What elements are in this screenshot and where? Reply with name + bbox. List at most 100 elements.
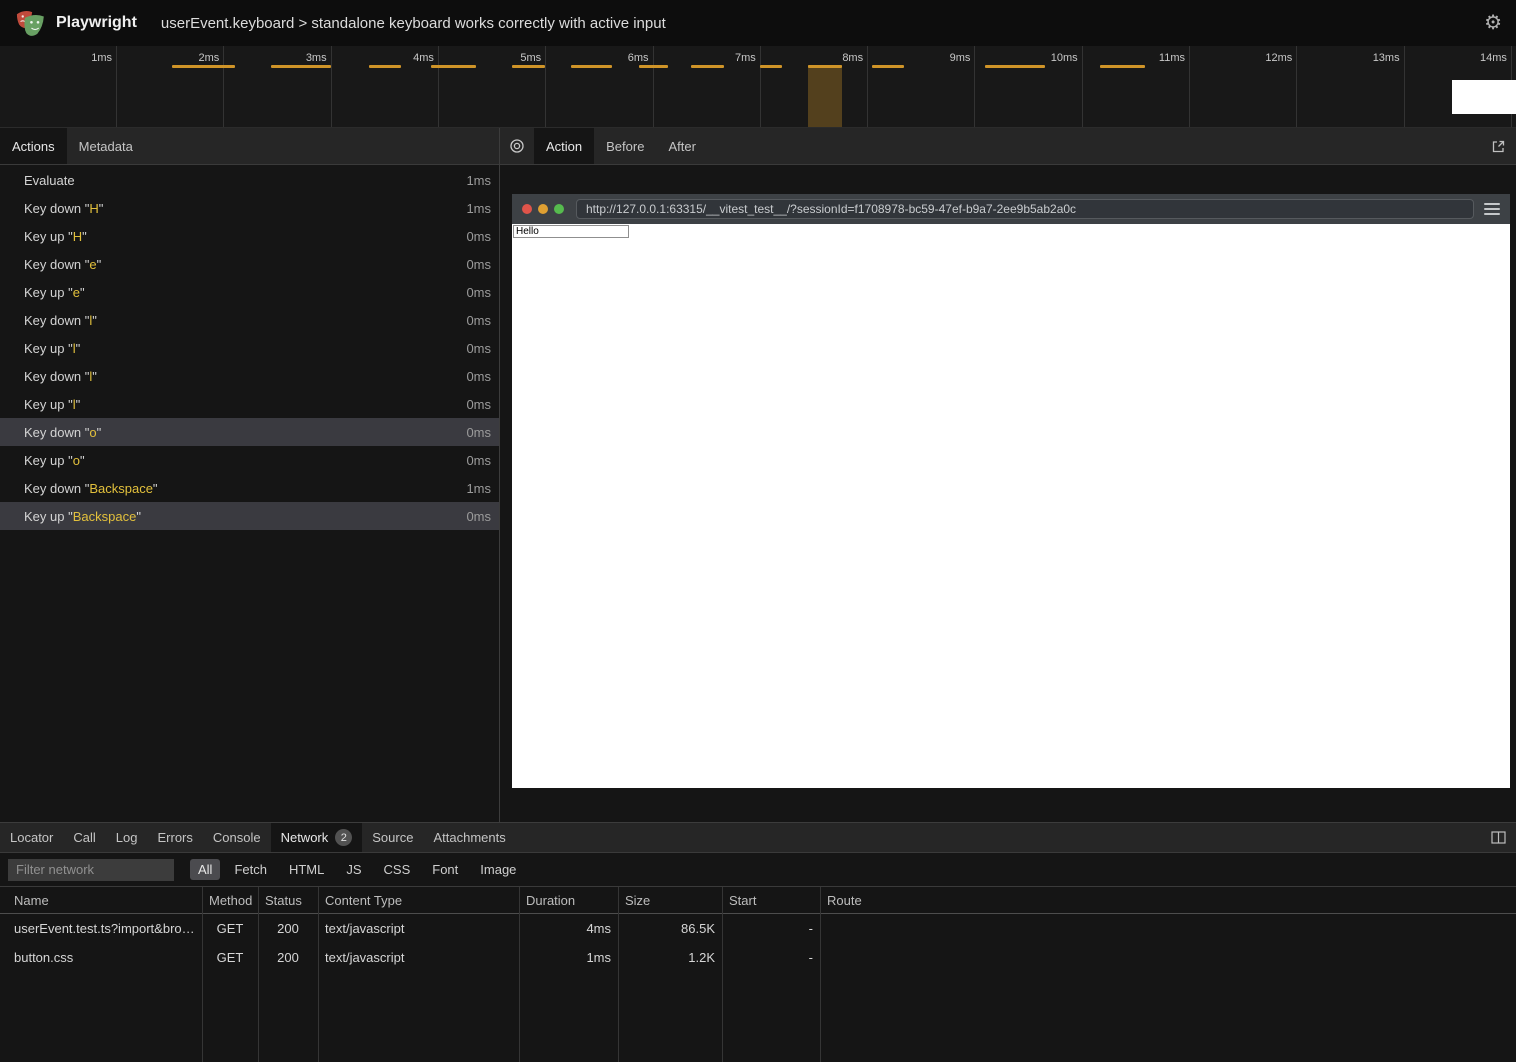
action-row[interactable]: Key down "e"0ms <box>0 250 499 278</box>
tab-label: Attachments <box>433 830 505 845</box>
quote-mark: " <box>81 313 89 328</box>
tab-action[interactable]: Action <box>534 128 594 164</box>
timeline-action-bar <box>369 65 401 68</box>
timeline-gridline <box>1296 46 1297 127</box>
column-header[interactable]: Route <box>820 893 1516 908</box>
timeline-action-bar <box>431 65 476 68</box>
url-text: http://127.0.0.1:63315/__vitest_test__/?… <box>586 202 1076 216</box>
filter-chip-fetch[interactable]: Fetch <box>226 859 275 880</box>
column-header[interactable]: Status <box>258 893 318 908</box>
filter-chip-font[interactable]: Font <box>424 859 466 880</box>
tab-attachments[interactable]: Attachments <box>423 823 515 852</box>
column-header[interactable]: Size <box>618 893 722 908</box>
quote-mark: " <box>64 341 72 356</box>
gear-icon[interactable]: ⚙ <box>1484 13 1502 33</box>
timeline-strip[interactable]: 1ms2ms3ms4ms5ms6ms7ms8ms9ms10ms11ms12ms1… <box>0 46 1516 128</box>
action-row[interactable]: Key up "H"0ms <box>0 222 499 250</box>
tab-call[interactable]: Call <box>63 823 105 852</box>
pick-locator-button[interactable] <box>500 128 534 164</box>
quote-mark: " <box>81 257 89 272</box>
action-row[interactable]: Key down "Backspace"1ms <box>0 474 499 502</box>
timeline-action-bar <box>872 65 904 68</box>
timeline-action-bar <box>172 65 235 68</box>
table-cell: 1ms <box>519 950 618 965</box>
filter-chip-css[interactable]: CSS <box>376 859 419 880</box>
table-cell: 86.5K <box>618 921 722 936</box>
timeline-gridline <box>760 46 761 127</box>
timeline-action-bar <box>271 65 331 68</box>
column-separator <box>318 887 319 1062</box>
action-row[interactable]: Key down "o"0ms <box>0 418 499 446</box>
filter-chip-js[interactable]: JS <box>338 859 369 880</box>
url-bar: http://127.0.0.1:63315/__vitest_test__/?… <box>576 199 1474 219</box>
timeline-tick-label: 13ms <box>1356 52 1400 64</box>
tab-label: Before <box>606 139 644 154</box>
tab-network[interactable]: Network2 <box>271 823 363 852</box>
action-duration: 0ms <box>466 257 491 272</box>
quote-mark: " <box>64 229 72 244</box>
tab-label: Call <box>73 830 95 845</box>
table-cell: 1.2K <box>618 950 722 965</box>
action-row[interactable]: Key up "o"0ms <box>0 446 499 474</box>
filter-chip-all[interactable]: All <box>190 859 220 880</box>
action-row[interactable]: Key up "l"0ms <box>0 334 499 362</box>
timeline-tick-label: 6ms <box>605 52 649 64</box>
action-row[interactable]: Key up "Backspace"0ms <box>0 502 499 530</box>
table-row[interactable]: userEvent.test.ts?import&bro…GET200text/… <box>0 914 1516 943</box>
quote-mark: " <box>92 313 97 328</box>
action-row[interactable]: Key down "l"0ms <box>0 362 499 390</box>
quote-mark: " <box>136 509 141 524</box>
filter-chip-html[interactable]: HTML <box>281 859 332 880</box>
table-cell: 4ms <box>519 921 618 936</box>
action-row[interactable]: Evaluate1ms <box>0 166 499 194</box>
quote-mark: " <box>64 453 72 468</box>
action-title: Key down <box>24 257 81 272</box>
timeline-gridline <box>1189 46 1190 127</box>
timeline-gridline <box>331 46 332 127</box>
action-row[interactable]: Key up "l"0ms <box>0 390 499 418</box>
action-key-text: e <box>73 285 80 300</box>
toggle-layout-button[interactable] <box>1481 823 1516 852</box>
action-row[interactable]: Key down "l"0ms <box>0 306 499 334</box>
tab-metadata[interactable]: Metadata <box>67 128 145 164</box>
tab-label: Metadata <box>79 139 133 154</box>
table-cell: GET <box>202 921 258 936</box>
timeline-tick-label: 8ms <box>819 52 863 64</box>
popout-icon <box>1491 139 1506 154</box>
tab-source[interactable]: Source <box>362 823 423 852</box>
quote-mark: " <box>81 369 89 384</box>
filmstrip-thumbnail[interactable] <box>1452 80 1516 114</box>
action-row[interactable]: Key up "e"0ms <box>0 278 499 306</box>
tab-before[interactable]: Before <box>594 128 656 164</box>
tab-errors[interactable]: Errors <box>147 823 202 852</box>
main-split: Actions Metadata Evaluate1msKey down "H"1… <box>0 128 1516 822</box>
filter-network-input[interactable] <box>8 859 174 881</box>
timeline-tick-label: 2ms <box>175 52 219 64</box>
quote-mark: " <box>97 257 102 272</box>
action-row[interactable]: Key down "H"1ms <box>0 194 499 222</box>
filter-chip-image[interactable]: Image <box>472 859 524 880</box>
test-case-title: userEvent.keyboard > standalone keyboard… <box>161 15 666 32</box>
column-header[interactable]: Content Type <box>318 893 519 908</box>
actions-panel: Actions Metadata Evaluate1msKey down "H"1… <box>0 128 500 822</box>
timeline-gridline <box>1404 46 1405 127</box>
open-snapshot-button[interactable] <box>1481 128 1516 164</box>
tab-after[interactable]: After <box>656 128 707 164</box>
action-key-text: Backspace <box>73 509 137 524</box>
table-cell: - <box>722 921 820 936</box>
column-header[interactable]: Start <box>722 893 820 908</box>
column-header[interactable]: Duration <box>519 893 618 908</box>
table-row[interactable]: button.cssGET200text/javascript1ms1.2K- <box>0 943 1516 972</box>
timeline-gridline <box>1082 46 1083 127</box>
tab-locator[interactable]: Locator <box>0 823 63 852</box>
quote-mark: " <box>64 285 72 300</box>
action-duration: 0ms <box>466 341 491 356</box>
column-header[interactable]: Method <box>202 893 258 908</box>
column-header[interactable]: Name <box>0 893 202 908</box>
quote-mark: " <box>97 425 102 440</box>
tab-console[interactable]: Console <box>203 823 271 852</box>
tab-log[interactable]: Log <box>106 823 148 852</box>
timeline-action-bar <box>985 65 1045 68</box>
tab-actions[interactable]: Actions <box>0 128 67 164</box>
tab-label: Network <box>281 830 329 845</box>
